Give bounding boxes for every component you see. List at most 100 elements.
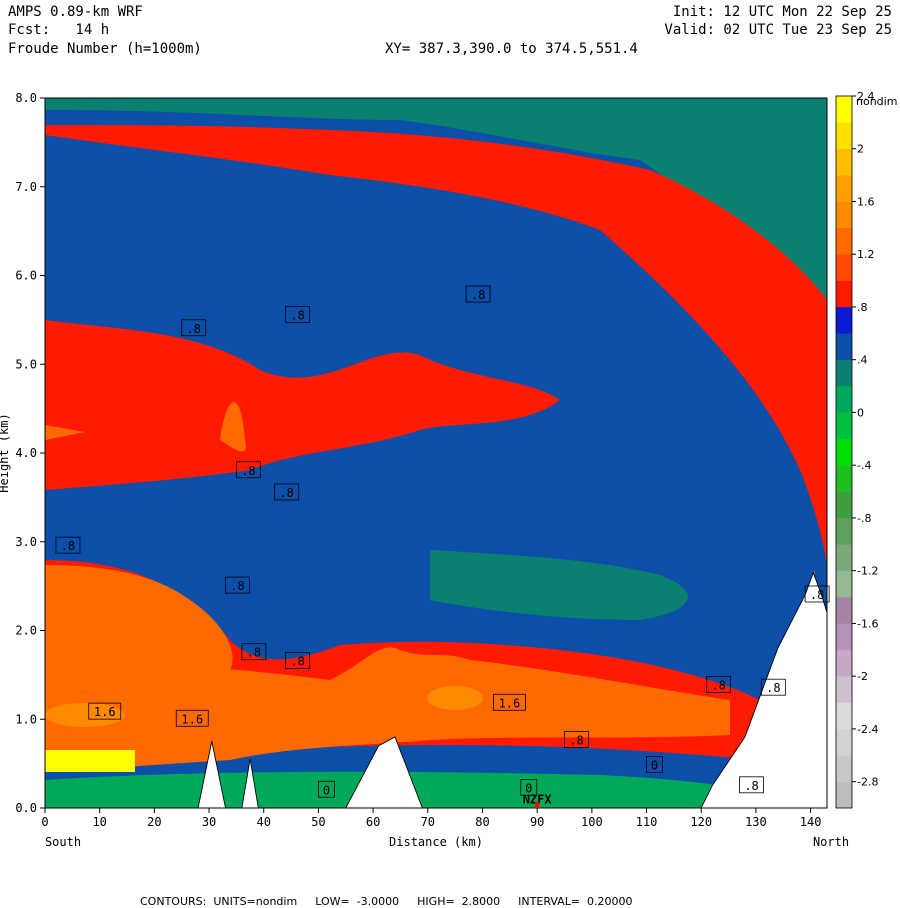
contour-label: 1.6 bbox=[181, 712, 203, 726]
y-tick-label: 8.0 bbox=[15, 91, 37, 105]
colorbar-swatch bbox=[836, 597, 852, 624]
contour-label: .8 bbox=[279, 486, 293, 500]
y-tick-label: 1.0 bbox=[15, 712, 37, 726]
contour-units: CONTOURS: UNITS=nondim bbox=[140, 895, 298, 908]
colorbar-swatch bbox=[836, 491, 852, 519]
contour-label: .8 bbox=[766, 681, 780, 695]
colorbar-swatch bbox=[836, 148, 852, 176]
colorbar-swatch bbox=[836, 122, 852, 150]
y-tick-label: 2.0 bbox=[15, 624, 37, 638]
y-tick-label: 3.0 bbox=[15, 535, 37, 549]
colorbar-tick-label: -2.8 bbox=[857, 776, 878, 789]
x-tick-label: 40 bbox=[257, 815, 271, 829]
colorbar-tick-label: -2 bbox=[857, 670, 868, 683]
x-tick-label: 70 bbox=[421, 815, 435, 829]
colorbar-swatch bbox=[836, 227, 852, 255]
contour-label: 1.6 bbox=[499, 696, 521, 710]
colorbar-swatch bbox=[836, 359, 852, 387]
colorbar-swatch bbox=[836, 465, 852, 492]
x-tick-label: 10 bbox=[92, 815, 106, 829]
colorbar-tick-label: -1.6 bbox=[857, 617, 878, 630]
x-tick-label: 100 bbox=[581, 815, 603, 829]
y-tick-label: 7.0 bbox=[15, 180, 37, 194]
x-tick-label: 120 bbox=[690, 815, 712, 829]
colorbar-swatch bbox=[836, 386, 852, 413]
x-tick-label: 80 bbox=[475, 815, 489, 829]
y-tick-label: 4.0 bbox=[15, 446, 37, 460]
x-tick-label: 140 bbox=[800, 815, 822, 829]
contour-label: .8 bbox=[241, 464, 255, 478]
colorbar: 2.421.61.2.8.40-.4-.8-1.2-1.6-2-2.4-2.8n… bbox=[835, 90, 897, 809]
colorbar-swatch bbox=[836, 781, 852, 809]
y-axis-title: Height (km) bbox=[0, 413, 11, 492]
cross-section-plot: 0 10 20 30 40 50 60 70 80 90 100 110 120 130 1400.01.0… bbox=[0, 90, 897, 849]
colorbar-swatch bbox=[836, 280, 852, 308]
contour-low: LOW= -3.0000 bbox=[315, 895, 400, 908]
x-tick-label: 0 bbox=[41, 815, 48, 829]
x-tick-label: 110 bbox=[636, 815, 658, 829]
colorbar-swatch bbox=[836, 623, 852, 651]
x-tick-label: 50 bbox=[311, 815, 325, 829]
contour-label: 1.6 bbox=[94, 705, 116, 719]
colorbar-swatch bbox=[836, 412, 852, 440]
contour-label: .8 bbox=[230, 579, 244, 593]
contour-label: .8 bbox=[744, 779, 758, 793]
colorbar-tick-label: -1.2 bbox=[857, 565, 878, 578]
colorbar-swatch bbox=[836, 517, 852, 545]
contour-label: .8 bbox=[186, 322, 200, 336]
y-tick-label: 0.0 bbox=[15, 801, 37, 815]
x-tick-label: 30 bbox=[202, 815, 216, 829]
colorbar-swatch bbox=[836, 570, 852, 598]
colorbar-swatch bbox=[836, 755, 852, 782]
colorbar-swatch bbox=[836, 544, 852, 571]
colorbar-tick-label: .8 bbox=[857, 301, 868, 314]
colorbar-swatch bbox=[836, 649, 852, 677]
froude-field bbox=[45, 98, 828, 809]
south-label: South bbox=[45, 835, 81, 849]
x-axis-title: Distance (km) bbox=[389, 835, 483, 849]
colorbar-swatch bbox=[836, 201, 852, 229]
contour-label: 0 bbox=[323, 783, 330, 797]
contour-label: 0 bbox=[651, 758, 658, 772]
colorbar-tick-label: -2.4 bbox=[857, 723, 878, 736]
contour-info: CONTOURS: UNITS=nondim LOW= -3.0000 HIGH= … bbox=[133, 882, 651, 908]
x-tick-label: 60 bbox=[366, 815, 380, 829]
orange-core-mid bbox=[427, 686, 483, 710]
colorbar-tick-label: 1.2 bbox=[857, 248, 875, 261]
contour-high: HIGH= 2.8000 bbox=[417, 895, 501, 908]
colorbar-swatch bbox=[836, 702, 852, 730]
north-label: North bbox=[813, 835, 849, 849]
colorbar-tick-label: -.8 bbox=[857, 512, 871, 525]
station-marker bbox=[535, 802, 540, 808]
colorbar-tick-label: 0 bbox=[857, 406, 864, 419]
y-tick-label: 6.0 bbox=[15, 269, 37, 283]
contour-label: .8 bbox=[290, 308, 304, 322]
colorbar-swatch bbox=[836, 96, 852, 123]
contour-label: .8 bbox=[569, 734, 583, 748]
contour-label: .8 bbox=[290, 655, 304, 669]
contour-label: .8 bbox=[471, 288, 485, 302]
colorbar-swatch bbox=[836, 175, 852, 202]
colorbar-tick-label: .4 bbox=[857, 354, 868, 367]
contour-label: .8 bbox=[810, 588, 824, 602]
colorbar-swatch bbox=[836, 254, 852, 281]
colorbar-tick-label: 2 bbox=[857, 143, 864, 156]
colorbar-unit: nondim bbox=[856, 95, 897, 108]
x-tick-label: 130 bbox=[745, 815, 767, 829]
y-tick-label: 5.0 bbox=[15, 357, 37, 371]
contour-label: .8 bbox=[247, 646, 261, 660]
colorbar-swatch bbox=[836, 728, 852, 756]
colorbar-swatch bbox=[836, 676, 852, 703]
yellow-core bbox=[45, 750, 135, 772]
contour-label: .8 bbox=[61, 539, 75, 553]
colorbar-swatch bbox=[836, 438, 852, 466]
x-tick-label: 90 bbox=[530, 815, 544, 829]
colorbar-swatch bbox=[836, 333, 852, 361]
colorbar-swatch bbox=[836, 306, 852, 334]
x-tick-label: 20 bbox=[147, 815, 161, 829]
contour-label: .8 bbox=[711, 679, 725, 693]
colorbar-tick-label: 1.6 bbox=[857, 195, 875, 208]
contour-interval: INTERVAL= 0.20000 bbox=[518, 895, 633, 908]
colorbar-tick-label: -.4 bbox=[857, 459, 871, 472]
contour-label: 0 bbox=[525, 781, 532, 795]
